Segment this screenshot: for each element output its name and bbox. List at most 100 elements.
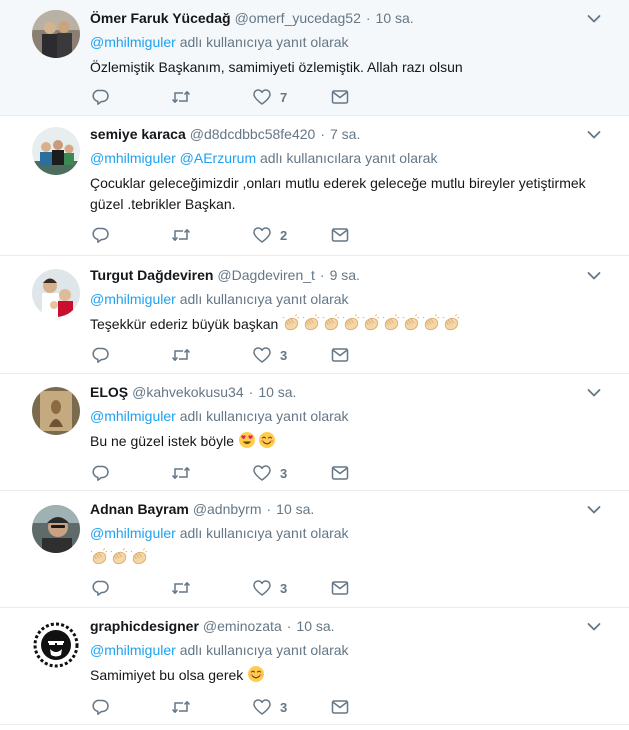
clap-emoji-icon	[322, 314, 340, 332]
direct-message-button[interactable]	[331, 346, 349, 364]
tweet-header: semiye karaca @d8dcdbbc58fe420 · 7 sa.	[90, 124, 609, 144]
timestamp[interactable]: 7 sa.	[330, 126, 360, 142]
timestamp[interactable]: 10 sa.	[376, 10, 414, 26]
mention-link[interactable]: @mhilmiguler	[90, 642, 176, 658]
tweet-text-body: Özlemiştik Başkanım, samimiyeti özlemişt…	[90, 59, 463, 75]
like-count: 3	[280, 699, 288, 715]
display-name[interactable]: ELOŞ	[90, 384, 128, 400]
clap-emoji-icon	[90, 548, 108, 566]
retweet-icon	[171, 349, 191, 361]
like-button[interactable]: 3	[253, 346, 287, 364]
mention-link[interactable]: @mhilmiguler	[90, 408, 176, 424]
avatar[interactable]	[32, 127, 80, 175]
timestamp[interactable]: 9 sa.	[330, 267, 360, 283]
avatar[interactable]	[32, 387, 80, 435]
tweet[interactable]: Ömer Faruk Yücedağ @omerf_yucedag52 · 10 sa…	[0, 0, 629, 116]
more-options-chevron-icon[interactable]	[587, 12, 601, 26]
user-handle[interactable]: @kahvekokusu34	[132, 384, 244, 400]
tweet[interactable]: ELOŞ @kahvekokusu34 · 10 sa. @mhilmiguler ad…	[0, 374, 629, 491]
tweet-text: Teşekkür ederiz büyük başkan	[90, 314, 609, 335]
tweet-content: Ömer Faruk Yücedağ @omerf_yucedag52 · 10 sa…	[90, 8, 609, 78]
separator-dot: ·	[365, 10, 371, 26]
avatar[interactable]	[32, 621, 80, 669]
retweet-icon	[171, 467, 191, 479]
reply-button[interactable]	[92, 346, 110, 364]
more-options-chevron-icon[interactable]	[587, 620, 601, 634]
mention-link[interactable]: @mhilmiguler	[90, 291, 176, 307]
like-count: 3	[280, 465, 288, 481]
like-button[interactable]: 7	[253, 88, 287, 106]
reply-icon	[92, 699, 109, 715]
retweet-button[interactable]	[171, 88, 191, 106]
reply-button[interactable]	[92, 464, 110, 482]
like-button[interactable]: 3	[253, 464, 287, 482]
direct-message-button[interactable]	[331, 88, 349, 106]
display-name[interactable]: graphicdesigner	[90, 618, 199, 634]
retweet-button[interactable]	[171, 579, 191, 597]
clap-emoji-icon	[382, 314, 400, 332]
direct-message-button[interactable]	[331, 464, 349, 482]
clap-emoji-icon	[442, 314, 460, 332]
envelope-icon	[331, 700, 349, 714]
user-handle[interactable]: @adnbyrm	[193, 501, 262, 517]
retweet-button[interactable]	[171, 346, 191, 364]
reply-button[interactable]	[92, 579, 110, 597]
retweet-button[interactable]	[171, 226, 191, 244]
separator-dot: ·	[319, 267, 325, 283]
envelope-icon	[331, 348, 349, 362]
retweet-button[interactable]	[171, 464, 191, 482]
more-options-chevron-icon[interactable]	[587, 503, 601, 517]
reply-button[interactable]	[92, 698, 110, 716]
reply-button[interactable]	[92, 226, 110, 244]
clap-emoji-icon	[282, 314, 300, 332]
display-name[interactable]: Turgut Dağdeviren	[90, 267, 213, 283]
direct-message-button[interactable]	[331, 579, 349, 597]
user-handle[interactable]: @Dagdeviren_t	[217, 267, 315, 283]
separator-dot: ·	[320, 126, 325, 142]
user-handle[interactable]: @omerf_yucedag52	[235, 10, 361, 26]
like-button[interactable]: 3	[253, 579, 287, 597]
user-handle[interactable]: @d8dcdbbc58fe420	[190, 126, 316, 142]
direct-message-button[interactable]	[331, 226, 349, 244]
mention-link[interactable]: @mhilmiguler @AErzurum	[90, 150, 256, 166]
reply-icon	[92, 580, 109, 596]
like-button[interactable]: 2	[253, 226, 287, 244]
tweet[interactable]: Turgut Dağdeviren @Dagdeviren_t · 9 sa. @mhi…	[0, 256, 629, 374]
like-count: 2	[280, 227, 288, 243]
mention-link[interactable]: @mhilmiguler	[90, 34, 176, 50]
tweet-content: ELOŞ @kahvekokusu34 · 10 sa. @mhilmiguler ad…	[90, 382, 609, 452]
retweet-icon	[171, 91, 191, 103]
more-options-chevron-icon[interactable]	[587, 386, 601, 400]
direct-message-button[interactable]	[331, 698, 349, 716]
reply-button[interactable]	[92, 88, 110, 106]
timestamp[interactable]: 10 sa.	[258, 384, 296, 400]
more-options-chevron-icon[interactable]	[587, 128, 601, 142]
clap-emoji-icon	[342, 314, 360, 332]
user-handle[interactable]: @eminozata	[203, 618, 282, 634]
mention-link[interactable]: @mhilmiguler	[90, 525, 176, 541]
avatar[interactable]	[32, 269, 80, 317]
like-button[interactable]: 3	[253, 698, 287, 716]
tweet-text-body: Samimiyet bu olsa gerek	[90, 667, 248, 683]
tweet-text	[90, 548, 609, 569]
avatar[interactable]	[32, 10, 80, 58]
tweet[interactable]: Adnan Bayram @adnbyrm · 10 sa. @mhilmiguler …	[0, 491, 629, 608]
tweet-text-body: Bu ne güzel istek böyle	[90, 433, 238, 449]
tweet[interactable]: graphicdesigner @eminozata · 10 sa. @mhilmig…	[0, 608, 629, 725]
avatar[interactable]	[32, 505, 80, 553]
timestamp[interactable]: 10 sa.	[276, 501, 314, 517]
timestamp[interactable]: 10 sa.	[296, 618, 334, 634]
reply-icon	[92, 227, 109, 243]
separator-dot: ·	[248, 384, 254, 400]
more-options-chevron-icon[interactable]	[587, 269, 601, 283]
tweet-text-body: Teşekkür ederiz büyük başkan	[90, 316, 283, 332]
tweet-content: Adnan Bayram @adnbyrm · 10 sa. @mhilmiguler …	[90, 499, 609, 569]
tweet-header: graphicdesigner @eminozata · 10 sa.	[90, 616, 609, 636]
reply-context: @mhilmiguler adlı kullanıcıya yanıt olar…	[90, 32, 609, 52]
retweet-button[interactable]	[171, 698, 191, 716]
display-name[interactable]: semiye karaca	[90, 126, 186, 142]
display-name[interactable]: Ömer Faruk Yücedağ	[90, 10, 231, 26]
display-name[interactable]: Adnan Bayram	[90, 501, 189, 517]
tweet[interactable]: semiye karaca @d8dcdbbc58fe420 · 7 sa. @mhil…	[0, 116, 629, 256]
reply-icon	[92, 89, 109, 105]
